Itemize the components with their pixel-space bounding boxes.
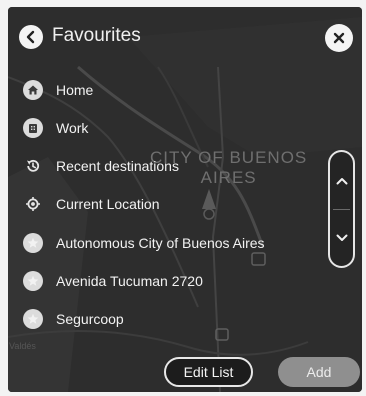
favourite-item-recent-destinations[interactable]: Recent destinations — [23, 153, 179, 179]
favourite-label: Home — [56, 82, 94, 98]
chevron-left-icon — [26, 30, 35, 44]
location-target-icon — [23, 194, 43, 214]
favourite-item-star[interactable]: Avenida Tucuman 2720 — [23, 268, 203, 294]
chevron-down-icon — [336, 234, 347, 241]
map-place-label: Valdés — [9, 341, 36, 351]
favourite-label: Current Location — [56, 196, 160, 212]
favourite-item-current-location[interactable]: Current Location — [23, 191, 160, 217]
scroll-down-button[interactable] — [330, 209, 353, 266]
favourite-label: Segurcoop — [56, 311, 124, 327]
close-button[interactable] — [325, 24, 353, 52]
favourite-label: Avenida Tucuman 2720 — [56, 273, 203, 289]
edit-list-button[interactable]: Edit List — [164, 357, 253, 387]
star-icon — [23, 309, 43, 329]
chevron-up-icon — [336, 177, 347, 184]
scroll-up-button[interactable] — [330, 152, 353, 209]
recent-icon — [23, 156, 43, 176]
favourite-label: Recent destinations — [56, 158, 179, 174]
back-button[interactable] — [19, 25, 43, 49]
scroll-control — [328, 150, 355, 268]
add-button[interactable]: Add — [278, 357, 360, 387]
favourite-label: Autonomous City of Buenos Aires — [56, 235, 265, 251]
briefcase-icon — [23, 118, 43, 138]
favourite-item-star[interactable]: Segurcoop — [23, 306, 124, 332]
page-title: Favourites — [52, 25, 141, 46]
favourite-item-star[interactable]: Autonomous City of Buenos Aires — [23, 230, 265, 256]
close-icon — [333, 32, 345, 44]
home-icon — [23, 80, 43, 100]
favourites-screen: CITY OF BUENOS AIRES Valdés Favourites H… — [8, 7, 362, 392]
favourite-item-home[interactable]: Home — [23, 77, 93, 103]
star-icon — [23, 233, 43, 253]
favourite-item-work[interactable]: Work — [23, 115, 88, 141]
star-icon — [23, 271, 43, 291]
favourite-label: Work — [56, 120, 89, 136]
